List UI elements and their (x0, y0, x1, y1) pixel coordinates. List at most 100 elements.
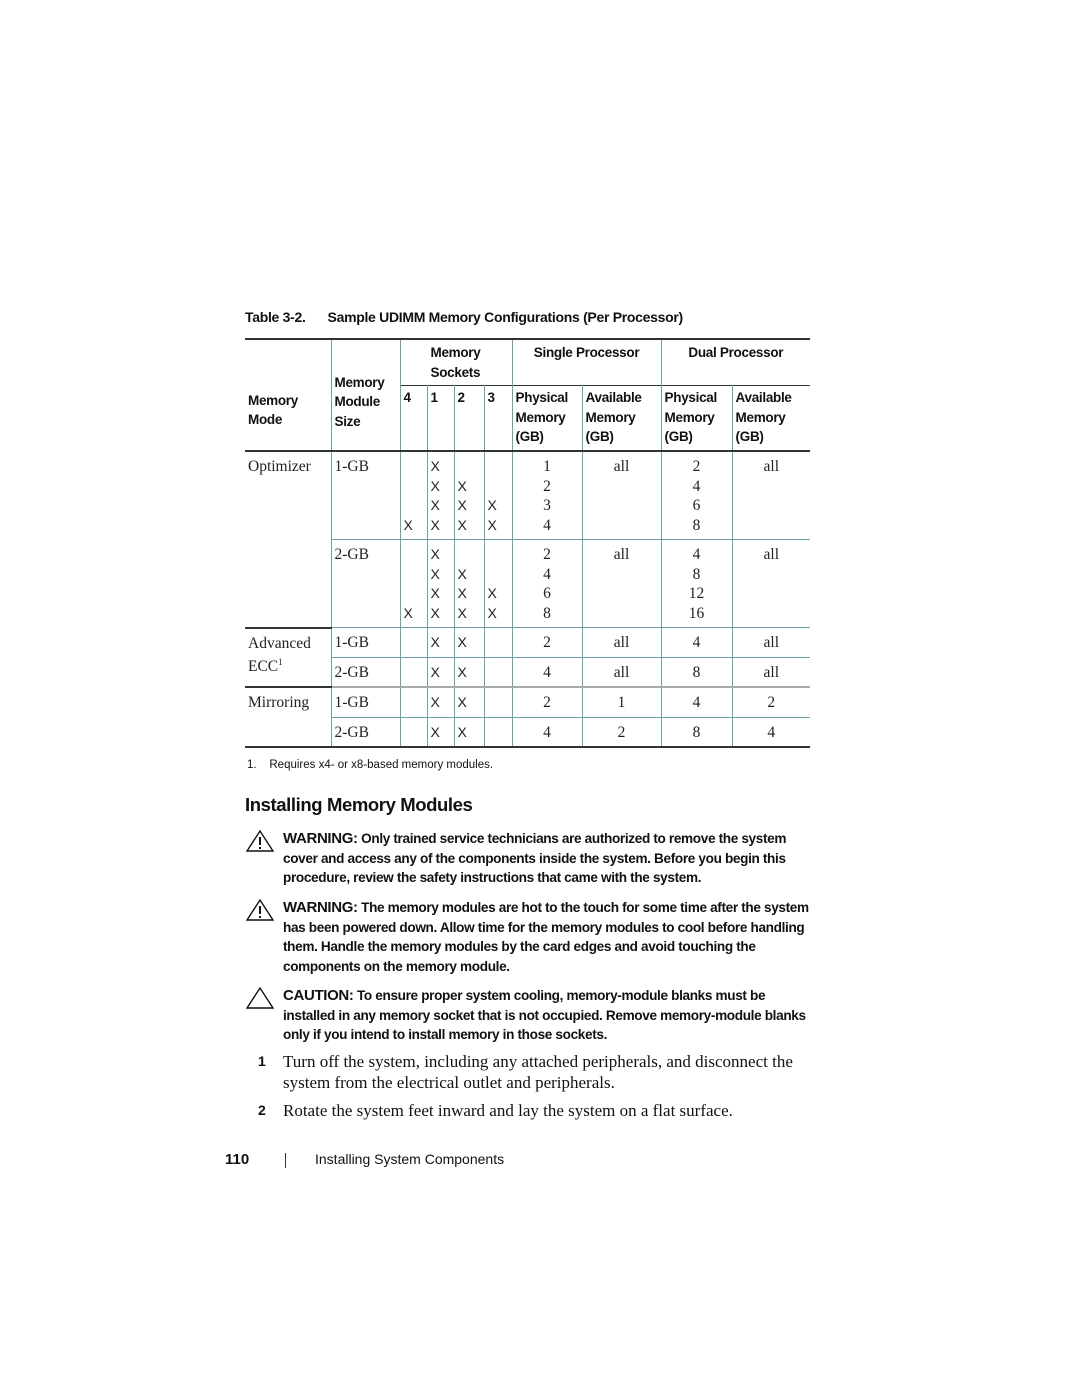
memory-config-table: Memory Mode Memory Module Size Memory So… (245, 338, 811, 748)
socket-populated-mark: X (430, 546, 440, 562)
memory-mode: Optimizer (248, 458, 311, 475)
dual-physical-cell: 4 8 12 16 (660, 539, 733, 628)
table-number: Table 3-2. (245, 309, 306, 325)
header-single-available: Available Memory (GB) (581, 385, 662, 452)
socket-populated-mark (458, 457, 481, 477)
socket-populated-mark (404, 496, 424, 516)
memory-value: 4 (692, 477, 701, 495)
socket-populated-mark: X (487, 516, 497, 533)
socket-populated-mark: X (457, 477, 467, 494)
single-available-cell: all (581, 627, 662, 657)
warning-notice: WARNING: The memory modules are hot to t… (245, 898, 815, 976)
memory-value: 1 (617, 694, 626, 711)
socket-populated-mark: X (457, 634, 467, 650)
notice-label: WARNING: (283, 899, 358, 916)
memory-value (736, 496, 808, 516)
memory-mode-cell: Advanced ECC1 (245, 627, 332, 688)
module-size: 2-GB (330, 656, 401, 687)
dual-physical-cell: 2 4 6 8 (660, 451, 733, 540)
socket-populated-mark: X (430, 497, 440, 513)
notice-text: Only trained service technicians are aut… (283, 831, 787, 885)
memory-value: 6 (543, 585, 551, 602)
socket-populated-mark: X (430, 634, 440, 650)
socket-3-cell: XX (483, 451, 513, 540)
dual-available-cell: all (731, 627, 811, 657)
memory-value: 1 (543, 458, 551, 475)
memory-value: 2 (617, 723, 626, 741)
socket-populated-mark: X (457, 694, 467, 710)
footnote-ref: 1 (278, 657, 283, 667)
dual-available-cell: all (731, 451, 811, 540)
socket-populated-mark: X (457, 723, 467, 740)
memory-value: 2 (543, 634, 551, 651)
dual-available-cell: all (731, 539, 811, 628)
socket-populated-mark (488, 545, 509, 565)
dual-physical-cell: 4 (660, 686, 733, 717)
memory-value (586, 496, 658, 516)
table-title: Sample UDIMM Memory Configurations (Per … (327, 309, 684, 325)
socket-populated-mark: X (487, 585, 497, 601)
single-physical-cell: 1 2 3 4 (511, 451, 583, 540)
socket-populated-mark (488, 457, 509, 477)
socket-2-cell: X (453, 656, 485, 687)
socket-populated-mark: X (430, 585, 440, 601)
header-socket-3: 3 (483, 385, 513, 452)
single-physical-cell: 2 (511, 627, 583, 657)
socket-1-cell: X (426, 656, 455, 687)
notice-label: WARNING: (283, 830, 358, 847)
memory-value: 4 (543, 516, 551, 534)
socket-populated-mark: X (457, 497, 467, 513)
memory-value: all (613, 634, 630, 651)
single-physical-cell: 2 (511, 686, 583, 717)
memory-value: 2 (543, 546, 551, 563)
socket-2-cell: X (453, 716, 485, 748)
memory-value (736, 565, 808, 585)
header-socket-4: 4 (400, 385, 428, 452)
dual-available-cell: all (731, 656, 811, 687)
table-footnote: 1. Requires x4- or x8-based memory modul… (247, 759, 494, 771)
memory-value: 4 (543, 663, 551, 681)
socket-populated-mark (404, 477, 424, 497)
socket-populated-mark: X (457, 585, 467, 601)
socket-4-cell (399, 716, 428, 748)
table-body: Optimizer 1-GB X X X X X X X X X X 1 2 3 4 all 2 4 6 8 all 2-G… (245, 451, 811, 748)
header-single-physical: Physical Memory (GB) (511, 385, 583, 452)
memory-value: 4 (692, 546, 701, 563)
page-number: 110 (225, 1151, 250, 1168)
memory-value: 2 (543, 694, 551, 711)
socket-1-cell: XXXX (426, 539, 455, 628)
socket-populated-mark (404, 723, 424, 743)
memory-value: 8 (543, 604, 551, 622)
single-physical-cell: 2 4 6 8 (511, 539, 583, 628)
section-heading: Installing Memory Modules (245, 794, 473, 815)
step-1: 1 Turn off the system, including any att… (258, 1051, 818, 1093)
socket-populated-mark (404, 693, 424, 713)
socket-3-cell (483, 656, 513, 687)
socket-populated-mark: X (430, 516, 440, 533)
module-size: 1-GB (330, 627, 401, 657)
module-size: 2-GB (330, 539, 401, 628)
memory-value (586, 477, 658, 497)
socket-populated-mark: X (457, 516, 467, 533)
socket-populated-mark (404, 457, 424, 477)
memory-value: 4 (692, 694, 701, 711)
warning-notice: WARNING: Only trained service technician… (245, 829, 815, 888)
single-physical-cell: 4 (511, 656, 583, 687)
socket-populated-mark (404, 584, 424, 604)
socket-1-cell: XXXX (426, 451, 455, 540)
single-available-cell: all (581, 539, 662, 628)
socket-populated-mark (404, 663, 424, 683)
socket-3-cell (483, 686, 513, 717)
memory-value: 4 (543, 723, 551, 741)
socket-2-cell: XXX (453, 539, 485, 628)
dual-available-cell: 4 (731, 716, 811, 748)
memory-mode: Mirroring (248, 694, 310, 711)
socket-1-cell: X (426, 627, 455, 657)
socket-populated-mark: X (430, 723, 440, 740)
socket-populated-mark (488, 663, 509, 683)
socket-populated-mark (458, 545, 481, 565)
socket-4-cell (399, 656, 428, 687)
step-number: 1 (258, 1053, 266, 1069)
memory-value: all (763, 663, 780, 681)
socket-populated-mark (404, 633, 424, 653)
